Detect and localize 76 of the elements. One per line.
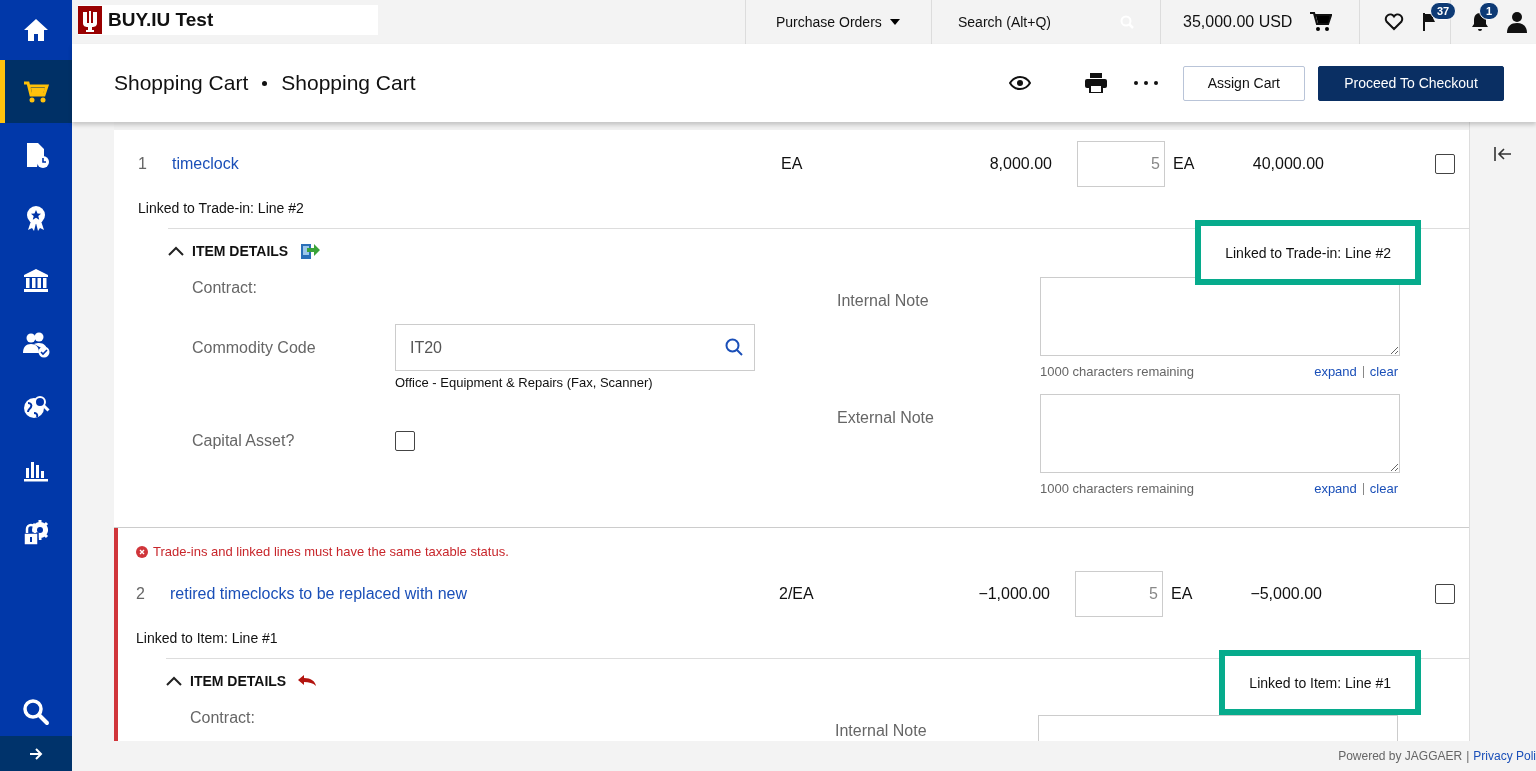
item-name-link[interactable]: timeclock xyxy=(172,155,781,173)
table-cell-text: 40,000.00 xyxy=(1251,155,1324,173)
quantity-field[interactable]: 5 xyxy=(1077,141,1165,187)
checkout-button[interactable]: Proceed To Checkout xyxy=(1318,65,1504,101)
commodity-description: Office - Equipment & Repairs (Fax, Scanner) xyxy=(395,375,654,390)
clear-link[interactable]: clear xyxy=(1369,364,1398,379)
table-cell-text: −5,000.00 xyxy=(1249,585,1322,603)
collapse-panel-icon[interactable] xyxy=(1494,146,1512,162)
lock-gear-icon xyxy=(22,518,50,547)
privacy-policy-link[interactable]: Privacy Poli xyxy=(1473,749,1536,763)
checkbox[interactable] xyxy=(395,431,415,451)
assign-cart-button[interactable]: Assign Cart xyxy=(1182,65,1305,101)
field-label: Contract: xyxy=(192,278,258,298)
caret-icon xyxy=(889,19,900,25)
table-cell-text: −1,000.00 xyxy=(977,585,1050,603)
sidebar-cart-item[interactable] xyxy=(0,60,72,123)
flag-icon[interactable] xyxy=(1422,12,1436,32)
commodity-code-field[interactable]: IT20 xyxy=(395,324,755,371)
callout-highlight: Linked to Item: Line #1 xyxy=(1219,650,1421,715)
table-cell-text: EA xyxy=(1173,155,1196,173)
item-details-title[interactable]: ITEM DETAILS xyxy=(190,673,287,689)
item-details-title[interactable]: ITEM DETAILS xyxy=(192,243,289,259)
callout-highlight: Linked to Trade-in: Line #2 xyxy=(1195,220,1421,285)
user-icon[interactable] xyxy=(1507,11,1527,33)
collapse-caret-icon[interactable] xyxy=(166,676,182,686)
document-arrow-icon xyxy=(300,242,321,260)
cart-icon[interactable] xyxy=(1310,12,1333,32)
printer-icon[interactable] xyxy=(1084,73,1107,93)
more-options-icon[interactable] xyxy=(1132,80,1159,86)
bank-icon xyxy=(22,266,50,295)
item-name-link[interactable]: retired timeclocks to be replaced with new xyxy=(170,585,779,603)
cart-total[interactable]: 35,000.00 USD xyxy=(1183,13,1293,31)
collapse-caret-icon[interactable] xyxy=(168,246,184,256)
search-icon[interactable] xyxy=(725,338,743,356)
search-field[interactable]: Search (Alt+Q) xyxy=(956,13,1112,31)
line-number: 2 xyxy=(136,585,146,603)
breadcrumb-separator xyxy=(262,80,268,86)
error-message: Trade-ins and linked lines must have the same taxable status. xyxy=(153,544,509,560)
line-number: 1 xyxy=(138,155,148,173)
field-label: Internal Note xyxy=(837,291,930,311)
field-label: Internal Note xyxy=(835,721,928,741)
powered-by-text: Powered by JAGGAER xyxy=(1338,749,1463,763)
logo-text: BUY.IU Test xyxy=(108,9,214,31)
flag-count-badge: 37 xyxy=(1430,2,1457,20)
checkbox[interactable] xyxy=(1435,584,1455,604)
notification-count-badge: 1 xyxy=(1479,2,1500,20)
quantity-field[interactable]: 5 xyxy=(1075,571,1163,617)
characters-remaining-text: 1000 characters remaining xyxy=(1040,481,1194,496)
breadcrumb-title: Shopping Cart xyxy=(114,71,249,95)
clear-link[interactable]: clear xyxy=(1369,481,1398,496)
expand-link[interactable]: expand xyxy=(1314,364,1357,379)
table-cell-text: 2/EA xyxy=(779,585,815,603)
field-label: Contract: xyxy=(190,708,256,728)
field-label: External Note xyxy=(837,408,935,428)
field-label: Capital Asset? xyxy=(192,431,296,451)
heart-icon[interactable] xyxy=(1384,13,1404,31)
trident-logo-icon xyxy=(78,6,102,34)
home-icon xyxy=(22,16,50,44)
arrow-right-icon xyxy=(28,745,44,762)
field-label: Commodity Code xyxy=(192,337,317,358)
breadcrumb-title: Shopping Cart xyxy=(281,71,416,95)
search-icon[interactable] xyxy=(22,698,50,726)
expand-link[interactable]: expand xyxy=(1314,481,1357,496)
table-cell-text: 8,000.00 xyxy=(988,155,1052,173)
error-icon xyxy=(136,546,148,558)
characters-remaining-text: 1000 characters remaining xyxy=(1040,364,1194,379)
footer-separator: | xyxy=(1466,749,1470,763)
checkbox[interactable] xyxy=(1435,154,1455,174)
table-cell-text: EA xyxy=(781,155,804,173)
logo[interactable]: BUY.IU Test xyxy=(78,5,378,35)
linked-line-text: Linked to Item: Line #1 xyxy=(135,629,279,648)
linked-line-text: Linked to Trade-in: Line #2 xyxy=(137,199,305,218)
table-cell-text: EA xyxy=(1171,585,1194,603)
note-text-area[interactable] xyxy=(1040,277,1400,356)
curved-arrow-icon xyxy=(298,675,317,687)
eye-icon[interactable] xyxy=(1008,76,1031,90)
